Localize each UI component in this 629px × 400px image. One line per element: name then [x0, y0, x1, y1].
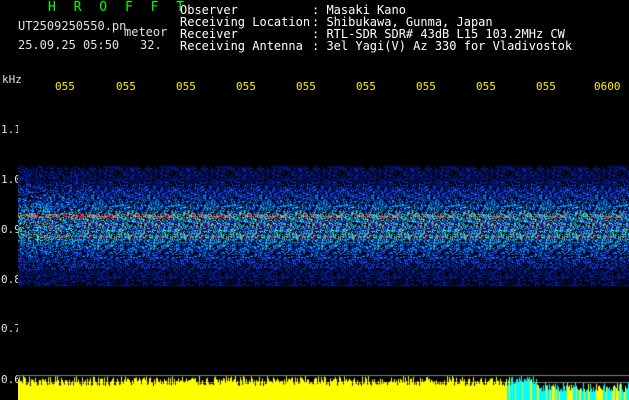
x-tick: 055 [55, 80, 75, 93]
x-tick: 0600 [594, 80, 621, 93]
x-tick: 055 [176, 80, 196, 93]
meteor-label: meteor [124, 25, 168, 39]
y-axis-unit: kHz [2, 73, 22, 86]
antenna-value: : 3el Yagi(V) Az 330 for Vladivostok [312, 39, 573, 53]
x-tick: 055 [356, 80, 376, 93]
antenna-label: Receiving Antenna [180, 39, 303, 53]
app-brand: H R O F F T [48, 0, 190, 15]
spectrogram-canvas [18, 96, 629, 400]
x-tick: 055 [416, 80, 436, 93]
spectrogram-plot [18, 96, 629, 400]
meteor-count-suffix: . [154, 38, 162, 52]
x-tick: 055 [116, 80, 136, 93]
x-tick: 055 [476, 80, 496, 93]
meteor-count-value: 32 [140, 38, 155, 52]
x-tick: 055 [236, 80, 256, 93]
date-time: 25.09.25 05:50 [18, 38, 120, 52]
file-name: UT2509250550.pn [18, 19, 127, 33]
x-tick: 055 [296, 80, 316, 93]
x-tick: 055 [536, 80, 556, 93]
meteor-count: 32. [140, 38, 162, 52]
